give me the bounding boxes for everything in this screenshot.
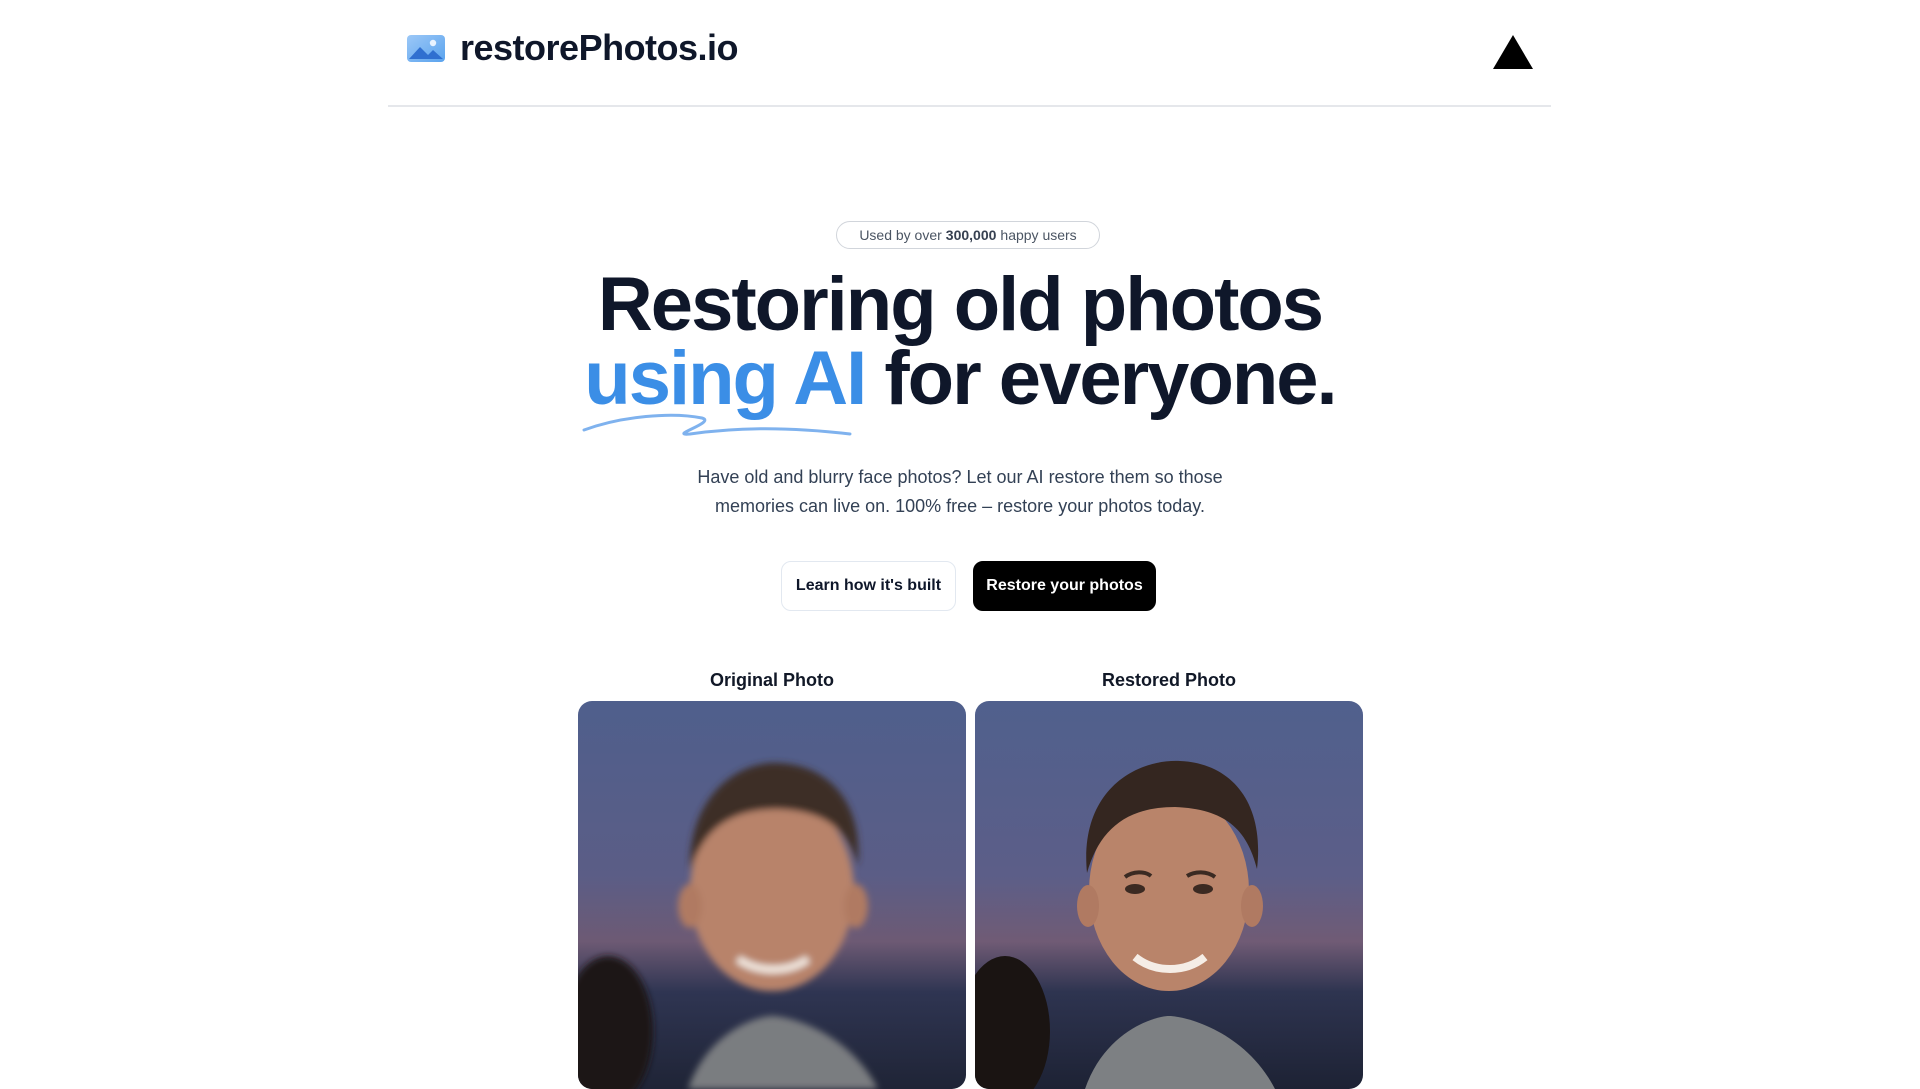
restored-photo [975,701,1363,1089]
vercel-link[interactable] [1491,33,1535,71]
hero-title-line1: Restoring old photos [597,262,1324,347]
photo-icon [407,35,445,62]
scribble-underline-icon [582,413,852,436]
usage-badge-suffix: happy users [1000,227,1077,243]
learn-how-built-button[interactable]: Learn how it's built [781,561,956,611]
usage-badge-count: 300,000 [945,227,997,243]
brand-name: restorePhotos.io [460,27,739,68]
usage-badge: Used by over 300,000 happy users [836,221,1100,249]
original-photo [578,701,966,1089]
restored-photo-label: Restored Photo [1101,670,1236,690]
vercel-triangle-icon [1493,35,1533,69]
brand-link[interactable]: restorePhotos.io [406,27,739,69]
hero-title-accent: using AI [582,341,867,436]
restore-photos-button[interactable]: Restore your photos [973,561,1156,611]
hero-title-rest: for everyone. [884,336,1337,421]
original-photo-label: Original Photo [710,670,834,690]
hero-title: Restoring old photos using AI for everyo… [0,267,1920,436]
site-header: restorePhotos.io [388,0,1551,107]
usage-badge-prefix: Used by over [859,227,942,243]
hero-subtitle: Have old and blurry face photos? Let our… [697,467,1223,516]
